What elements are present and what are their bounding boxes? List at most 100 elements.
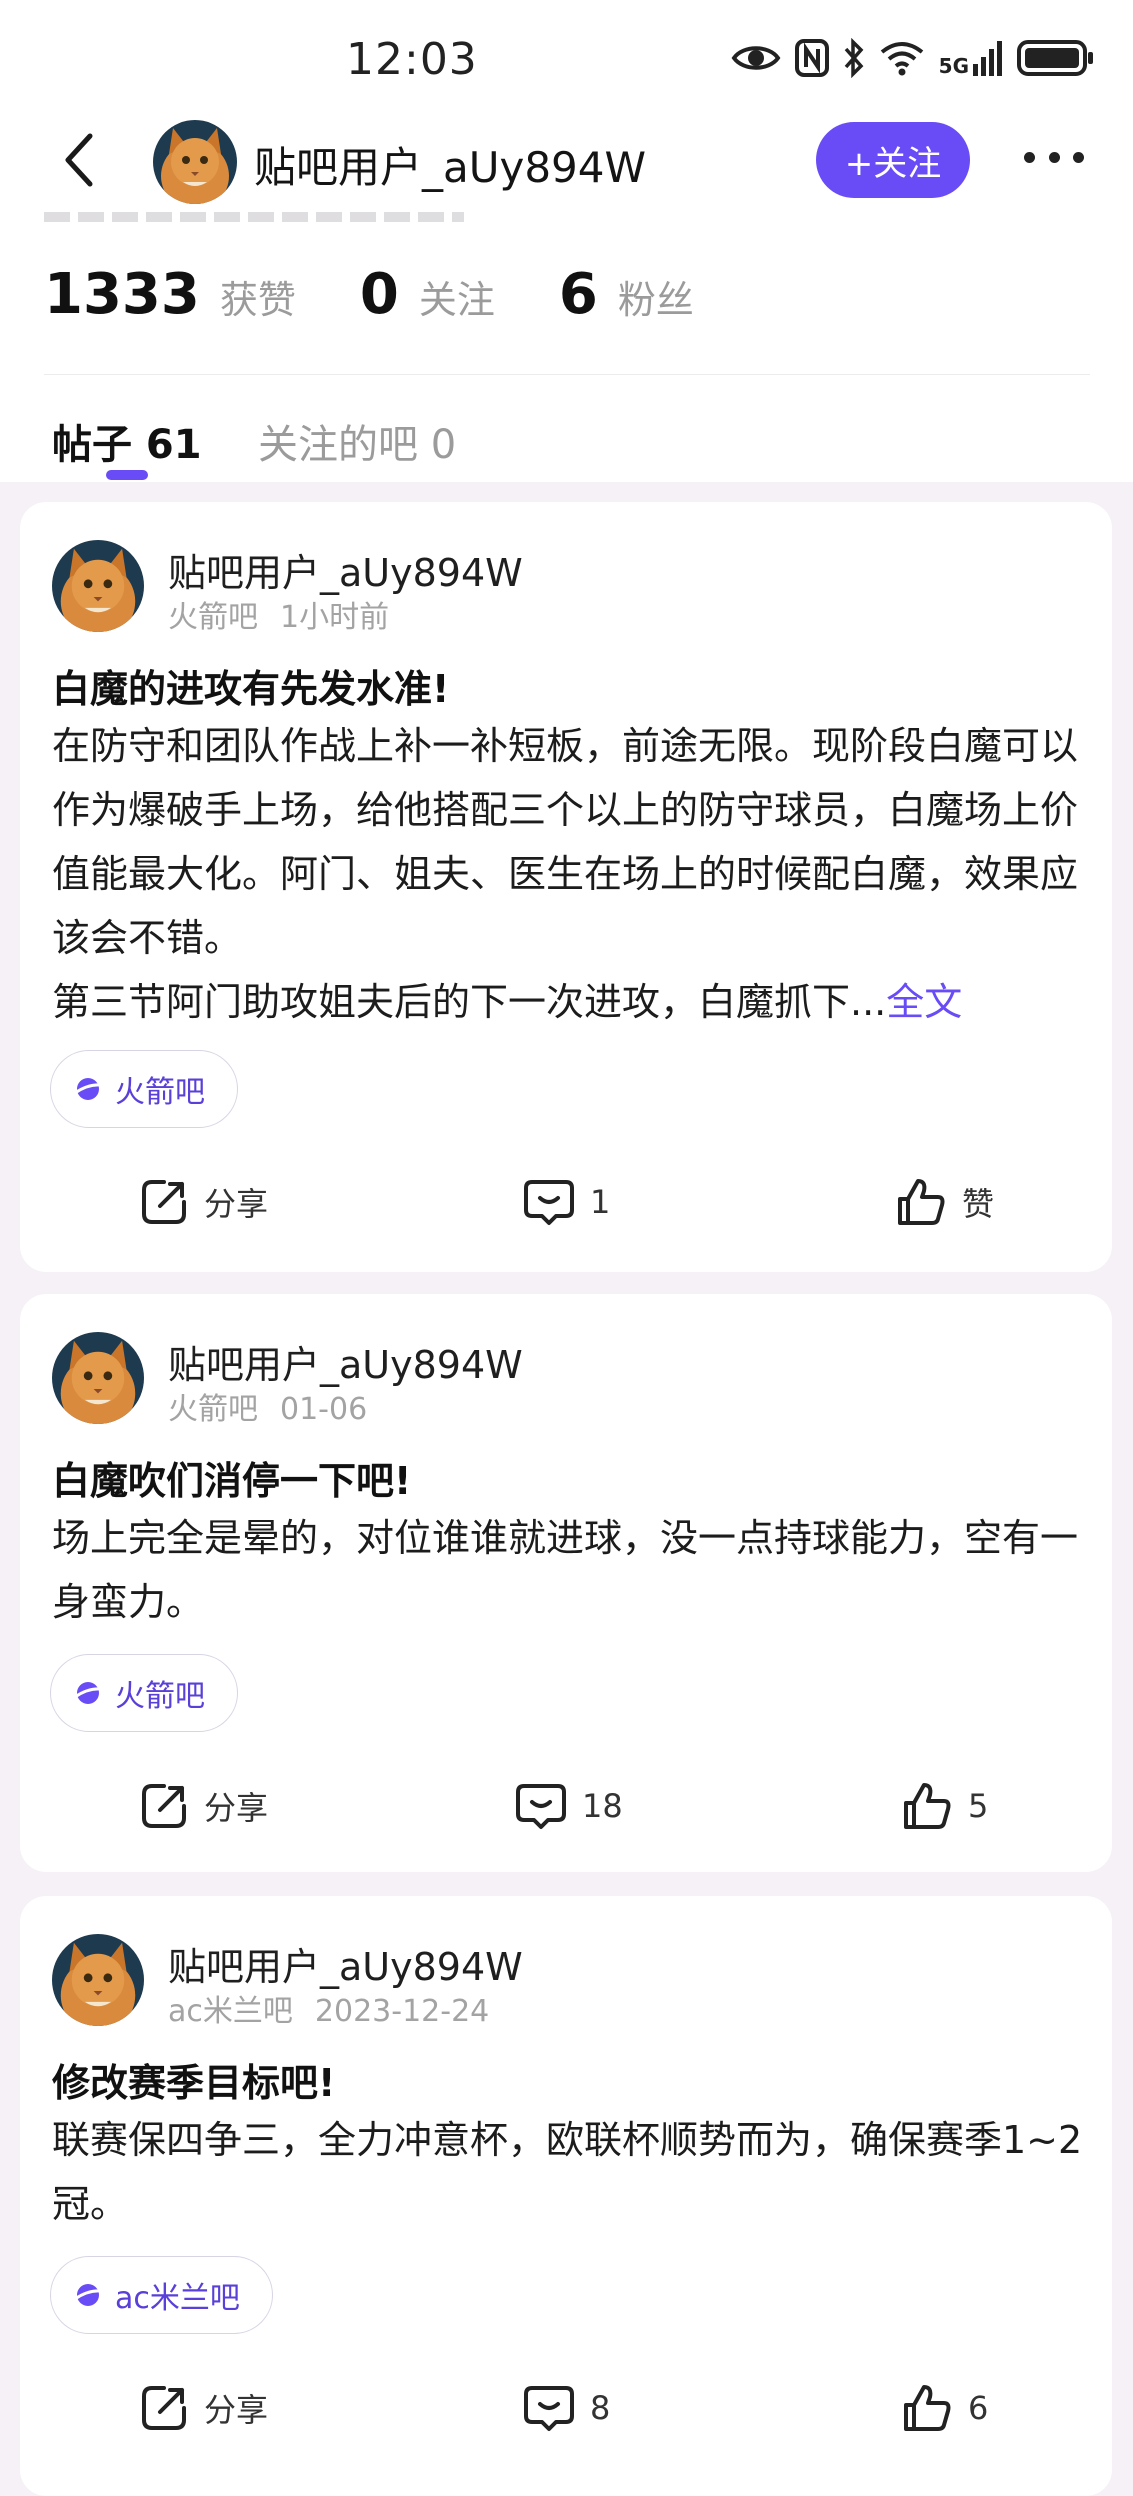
comment-count: 18 xyxy=(582,1787,623,1825)
post-body: 联赛保四争三，全力冲意杯，欧联杯顺势而为，确保赛季1~2冠。 xyxy=(52,2118,1083,2226)
share-icon xyxy=(142,1180,186,1224)
post-actions: 分享 8 6 xyxy=(20,2378,1112,2438)
share-label: 分享 xyxy=(204,2391,269,2429)
like-count: 6 xyxy=(968,2389,989,2427)
post-time: 01-06 xyxy=(280,1392,368,1427)
post-author: 贴吧用户_aUy894W xyxy=(168,1945,523,1989)
stat-fans[interactable]: 6 粉丝 xyxy=(559,262,694,327)
comment-button[interactable]: 8 xyxy=(522,2378,610,2438)
comment-count: 8 xyxy=(590,2389,611,2427)
post-meta: 火箭吧 1小时前 xyxy=(168,592,389,636)
stat-fans-label: 粉丝 xyxy=(617,278,694,322)
nfc-icon xyxy=(794,39,829,77)
profile-stats: 1333 获赞 0 关注 6 粉丝 xyxy=(44,262,758,327)
post-title: 修改赛季目标吧! xyxy=(52,2061,336,2105)
forum-tag-label: 火箭吧 xyxy=(115,1075,205,1110)
comment-button[interactable]: 1 xyxy=(522,1172,610,1232)
post-author: 贴吧用户_aUy894W xyxy=(168,551,523,595)
comment-icon xyxy=(524,1180,574,1225)
forum-tag[interactable]: 火箭吧 xyxy=(50,1654,238,1732)
thumbs-up-icon xyxy=(898,1179,945,1225)
planet-icon xyxy=(74,2284,102,2306)
dot-icon xyxy=(1073,152,1084,163)
share-button[interactable]: 分享 xyxy=(138,1776,268,1836)
comment-count: 1 xyxy=(590,1183,611,1221)
like-button[interactable]: 赞 xyxy=(894,1172,994,1232)
post-time: 1小时前 xyxy=(280,600,390,635)
share-icon xyxy=(142,2386,186,2430)
avatar[interactable] xyxy=(52,540,144,632)
tab-active-indicator xyxy=(106,470,148,480)
comment-icon xyxy=(516,1784,566,1829)
post-body: 场上完全是晕的，对位谁谁就进球，没一点持球能力，空有一身蛮力。 xyxy=(52,1516,1079,1624)
forum-tag-label: 火箭吧 xyxy=(115,1679,205,1714)
eye-icon xyxy=(731,46,781,70)
post-body-text-2: 第三节阿门助攻姐夫后的下一次进攻，白魔抓下... xyxy=(52,980,887,1024)
post-forum: 火箭吧 xyxy=(168,600,258,635)
post-meta: ac米兰吧 2023-12-24 xyxy=(168,1986,489,2030)
battery-icon xyxy=(1017,40,1093,76)
stat-likes-label: 获赞 xyxy=(219,278,296,322)
share-button[interactable]: 分享 xyxy=(138,2378,268,2438)
share-button[interactable]: 分享 xyxy=(138,1172,268,1232)
stat-fans-num: 6 xyxy=(558,262,598,327)
thumbs-up-icon xyxy=(904,2385,951,2431)
profile-header: 12:03 5G 贴吧用户_aUy894W +关注 1333 获赞 0 关注 6… xyxy=(0,0,1133,482)
more-options-button[interactable] xyxy=(1024,152,1084,168)
status-bar: 12:03 5G xyxy=(0,0,1133,120)
post-body: 在防守和团队作战上补一补短板，前途无限。现阶段白魔可以作为爆破手上场，给他搭配三… xyxy=(52,714,1092,1034)
post-title: 白魔的进攻有先发水准! xyxy=(52,667,450,711)
thumbs-up-icon xyxy=(904,1783,951,1829)
scrolled-bio-text xyxy=(44,212,464,226)
stat-likes: 1333 获赞 xyxy=(44,262,296,327)
forum-tag-label: ac米兰吧 xyxy=(115,2281,240,2316)
back-button[interactable] xyxy=(56,130,106,190)
status-icons: 5G xyxy=(731,38,1095,78)
post-forum: ac米兰吧 xyxy=(168,1994,293,2029)
avatar[interactable] xyxy=(52,1332,144,1424)
dot-icon xyxy=(1024,152,1035,163)
post-body-text: 在防守和团队作战上补一补短板，前途无限。现阶段白魔可以作为爆破手上场，给他搭配三… xyxy=(52,724,1079,960)
tab-posts[interactable]: 帖子 61 xyxy=(52,412,202,470)
post-time: 2023-12-24 xyxy=(314,1994,490,2029)
share-label: 分享 xyxy=(204,1789,269,1827)
stat-following-label: 关注 xyxy=(418,278,495,322)
header-username: 贴吧用户_aUy894W xyxy=(254,143,647,192)
post-meta: 火箭吧 01-06 xyxy=(168,1384,367,1428)
profile-tabs: 帖子 61 关注的吧 0 xyxy=(0,400,1133,482)
wifi-icon xyxy=(880,42,923,76)
stat-following-num: 0 xyxy=(359,262,399,327)
nav-bar: 贴吧用户_aUy894W +关注 xyxy=(0,112,1133,208)
comment-button[interactable]: 18 xyxy=(514,1776,623,1836)
post-card[interactable]: 贴吧用户_aUy894W 火箭吧 01-06 白魔吹们消停一下吧! 场上完全是晕的… xyxy=(20,1294,1112,1872)
avatar[interactable] xyxy=(52,1934,144,2026)
post-author: 贴吧用户_aUy894W xyxy=(168,1343,523,1387)
follow-button[interactable]: +关注 xyxy=(816,122,970,198)
like-count: 5 xyxy=(968,1787,989,1825)
bluetooth-icon xyxy=(844,38,864,78)
post-card[interactable]: 贴吧用户_aUy894W 火箭吧 1小时前 白魔的进攻有先发水准! 在防守和团队作… xyxy=(20,502,1112,1272)
signal-icon: 5G xyxy=(939,40,1003,76)
post-card[interactable]: 贴吧用户_aUy894W ac米兰吧 2023-12-24 修改赛季目标吧! 联赛… xyxy=(20,1896,1112,2496)
share-label: 分享 xyxy=(204,1185,269,1223)
dot-icon xyxy=(1048,152,1060,163)
like-button[interactable]: 5 xyxy=(900,1776,988,1836)
like-count: 赞 xyxy=(962,1185,995,1223)
read-more-link[interactable]: 全文 xyxy=(886,980,962,1024)
tab-followed-forums[interactable]: 关注的吧 0 xyxy=(258,412,456,470)
avatar[interactable] xyxy=(153,120,237,204)
post-title: 白魔吹们消停一下吧! xyxy=(52,1459,412,1503)
divider xyxy=(44,374,1090,375)
post-forum: 火箭吧 xyxy=(168,1392,258,1427)
forum-tag[interactable]: ac米兰吧 xyxy=(50,2256,273,2334)
stat-following[interactable]: 0 关注 xyxy=(360,262,495,327)
post-actions: 分享 1 赞 xyxy=(20,1172,1112,1232)
comment-icon xyxy=(524,2386,574,2431)
stat-likes-num: 1333 xyxy=(44,262,200,327)
share-icon xyxy=(142,1784,186,1828)
planet-icon xyxy=(74,1078,102,1100)
like-button[interactable]: 6 xyxy=(900,2378,988,2438)
forum-tag[interactable]: 火箭吧 xyxy=(50,1050,238,1128)
planet-icon xyxy=(74,1682,102,1704)
post-actions: 分享 18 5 xyxy=(20,1776,1112,1836)
